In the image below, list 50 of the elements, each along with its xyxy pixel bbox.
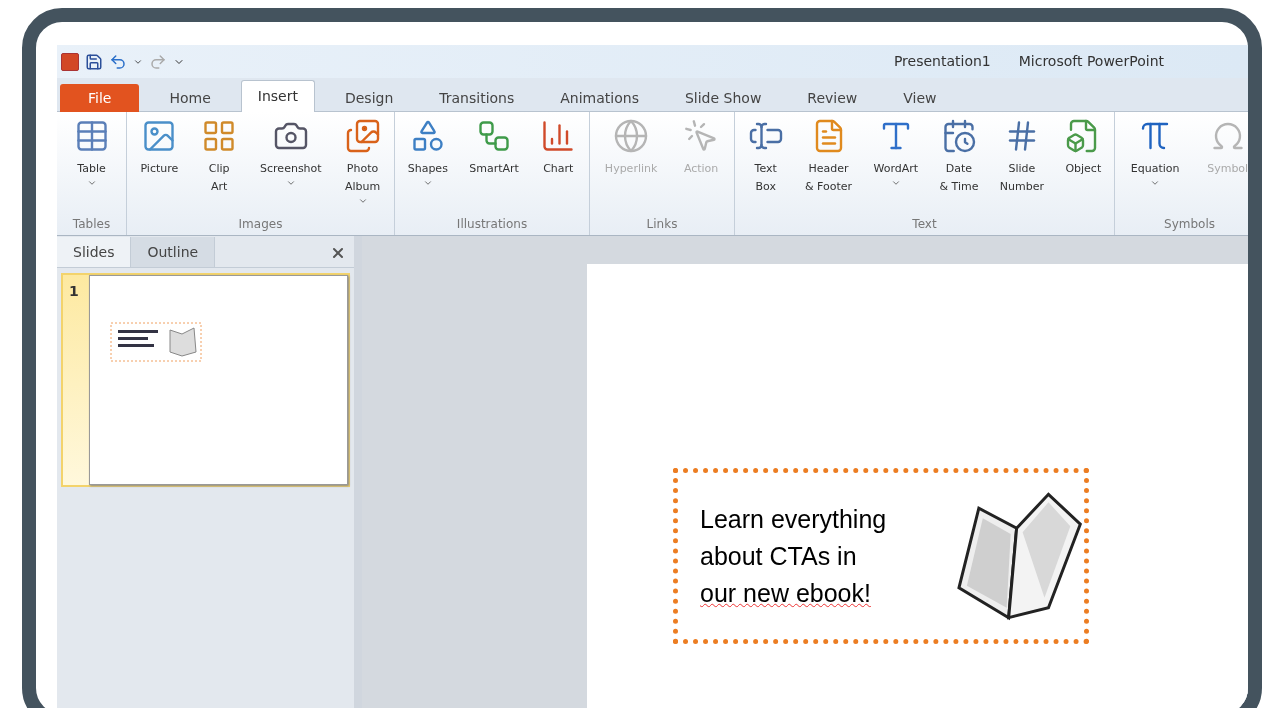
ribbon-button[interactable]: Table [73, 118, 110, 215]
group-label: Links [645, 216, 679, 233]
ribbon-button[interactable]: Slide Number [999, 118, 1044, 215]
close-icon[interactable] [330, 245, 346, 261]
ribbon-tab[interactable]: Insert [240, 80, 315, 112]
file-tab[interactable]: File [60, 84, 140, 112]
ribbon-button[interactable]: Screenshot [260, 118, 322, 215]
ribbon-button[interactable]: Photo Album [344, 118, 381, 215]
ribbon-tab[interactable]: Design [328, 84, 410, 112]
group-label: Text [911, 216, 938, 233]
group-label: Symbols [1163, 216, 1216, 233]
dropdown-icon [1150, 178, 1161, 188]
app-title: Microsoft PowerPoint [1018, 52, 1164, 71]
ribbon-button[interactable]: SmartArt [469, 118, 519, 215]
group-label: Images [237, 216, 284, 233]
ribbon-button[interactable]: Chart [540, 118, 577, 215]
dropdown-icon [285, 178, 296, 188]
dropdown-icon [357, 196, 368, 206]
photo-album-icon [344, 118, 381, 154]
app-logo-icon [61, 52, 79, 71]
ribbon-tab[interactable]: Review [791, 84, 874, 112]
globe-icon [613, 118, 650, 154]
ribbon-tab[interactable]: Animations [544, 84, 655, 112]
document-title: Presentation1 [893, 52, 991, 71]
pane-tab[interactable]: Outline [131, 237, 216, 267]
dropdown-icon [422, 178, 433, 188]
ribbon-tab[interactable]: Transitions [423, 84, 531, 112]
cta-text: Learn everything about CTAs in our new ebook! [700, 503, 888, 609]
ribbon-button[interactable]: Shapes [407, 118, 448, 215]
ribbon-button[interactable]: Object [1065, 118, 1102, 215]
group-label: Tables [71, 216, 112, 233]
dropdown-icon [86, 178, 97, 188]
ribbon-button[interactable]: Header & Footer [805, 118, 853, 215]
ribbon-button[interactable]: Equation [1130, 118, 1180, 215]
dropdown-icon [890, 178, 901, 188]
slide-number: 1 [68, 282, 80, 301]
text-box[interactable]: Learn everything about CTAs in our new ebook! [673, 468, 1089, 644]
ribbon-tab[interactable]: Slide Show [668, 84, 778, 112]
ribbon-button[interactable]: Clip Art [201, 118, 238, 215]
ribbon-button[interactable]: Text Box [747, 118, 784, 215]
ribbon-tab[interactable]: Home [153, 84, 227, 112]
save-icon[interactable] [85, 52, 103, 71]
slide-thumbnail[interactable]: 1 [61, 273, 350, 487]
ribbon-button[interactable]: WordArt [873, 118, 919, 215]
undo-icon[interactable] [109, 52, 127, 71]
pane-tab[interactable]: Slides [57, 237, 132, 267]
ribbon-button[interactable]: Picture [140, 118, 179, 215]
group-label: Illustrations [455, 216, 529, 233]
ribbon-tab[interactable]: View [887, 84, 953, 112]
ribbon-button[interactable]: Date & Time [939, 118, 979, 215]
